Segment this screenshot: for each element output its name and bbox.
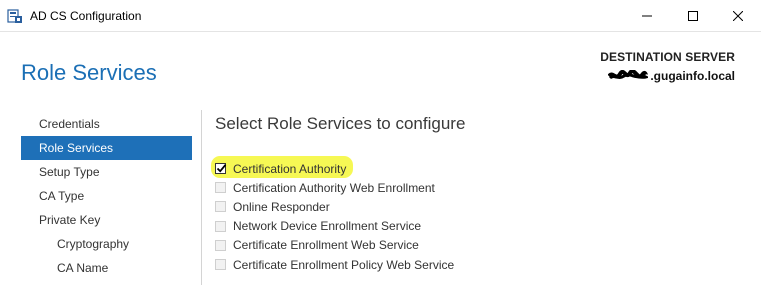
role-service-label: Online Responder	[233, 199, 330, 214]
title-bar: AD CS Configuration	[0, 0, 761, 32]
role-service-label: Network Device Enrollment Service	[233, 219, 422, 234]
maximize-button[interactable]	[670, 0, 716, 31]
server-domain: .gugainfo.local	[650, 69, 735, 83]
sidebar-item-cryptography[interactable]: Cryptography	[21, 232, 192, 256]
sidebar-item-setup-type[interactable]: Setup Type	[21, 160, 192, 184]
page-title: Role Services	[21, 60, 157, 85]
role-services-list: Certification Authority Certification Au…	[215, 159, 454, 274]
destination-server-name: .gugainfo.local	[608, 69, 735, 83]
role-service-certification-authority[interactable]: Certification Authority	[215, 159, 454, 178]
minimize-button[interactable]	[624, 0, 670, 31]
sidebar-item-private-key[interactable]: Private Key	[21, 208, 192, 232]
checkbox[interactable]	[215, 239, 226, 251]
server-icon	[7, 8, 23, 24]
sidebar-item-role-services[interactable]: Role Services	[21, 136, 192, 160]
close-icon	[733, 10, 743, 21]
destination-server-label: DESTINATION SERVER	[600, 50, 735, 64]
role-service-enrollment-policy-web-service[interactable]: Certificate Enrollment Policy Web Servic…	[215, 255, 454, 274]
role-service-online-responder[interactable]: Online Responder	[215, 197, 454, 216]
checkmark-icon	[216, 164, 227, 173]
sidebar-nav: Credentials Role Services Setup Type CA …	[21, 112, 192, 280]
role-service-label: Certification Authority Web Enrollment	[233, 180, 435, 195]
checkbox[interactable]	[215, 201, 226, 213]
maximize-icon	[688, 10, 698, 21]
divider	[201, 110, 202, 285]
minimize-icon	[642, 15, 652, 16]
role-service-enrollment-web-service[interactable]: Certificate Enrollment Web Service	[215, 236, 454, 255]
checkbox[interactable]	[215, 220, 226, 232]
checkbox[interactable]	[215, 182, 226, 194]
role-service-label: Certification Authority	[233, 161, 347, 176]
window-title: AD CS Configuration	[30, 9, 142, 23]
sidebar-item-ca-type[interactable]: CA Type	[21, 184, 192, 208]
checkbox-checked[interactable]	[215, 163, 227, 175]
sidebar-item-ca-name[interactable]: CA Name	[21, 256, 192, 280]
role-service-label: Certificate Enrollment Policy Web Servic…	[233, 257, 455, 272]
redaction-scribble	[608, 70, 649, 80]
role-service-label: Certificate Enrollment Web Service	[233, 238, 419, 253]
close-button[interactable]	[715, 0, 761, 31]
role-service-ca-web-enrollment[interactable]: Certification Authority Web Enrollment	[215, 178, 454, 197]
sidebar-item-credentials[interactable]: Credentials	[21, 112, 192, 136]
role-service-ndes[interactable]: Network Device Enrollment Service	[215, 217, 454, 236]
checkbox[interactable]	[215, 259, 226, 271]
section-title: Select Role Services to configure	[215, 114, 466, 133]
